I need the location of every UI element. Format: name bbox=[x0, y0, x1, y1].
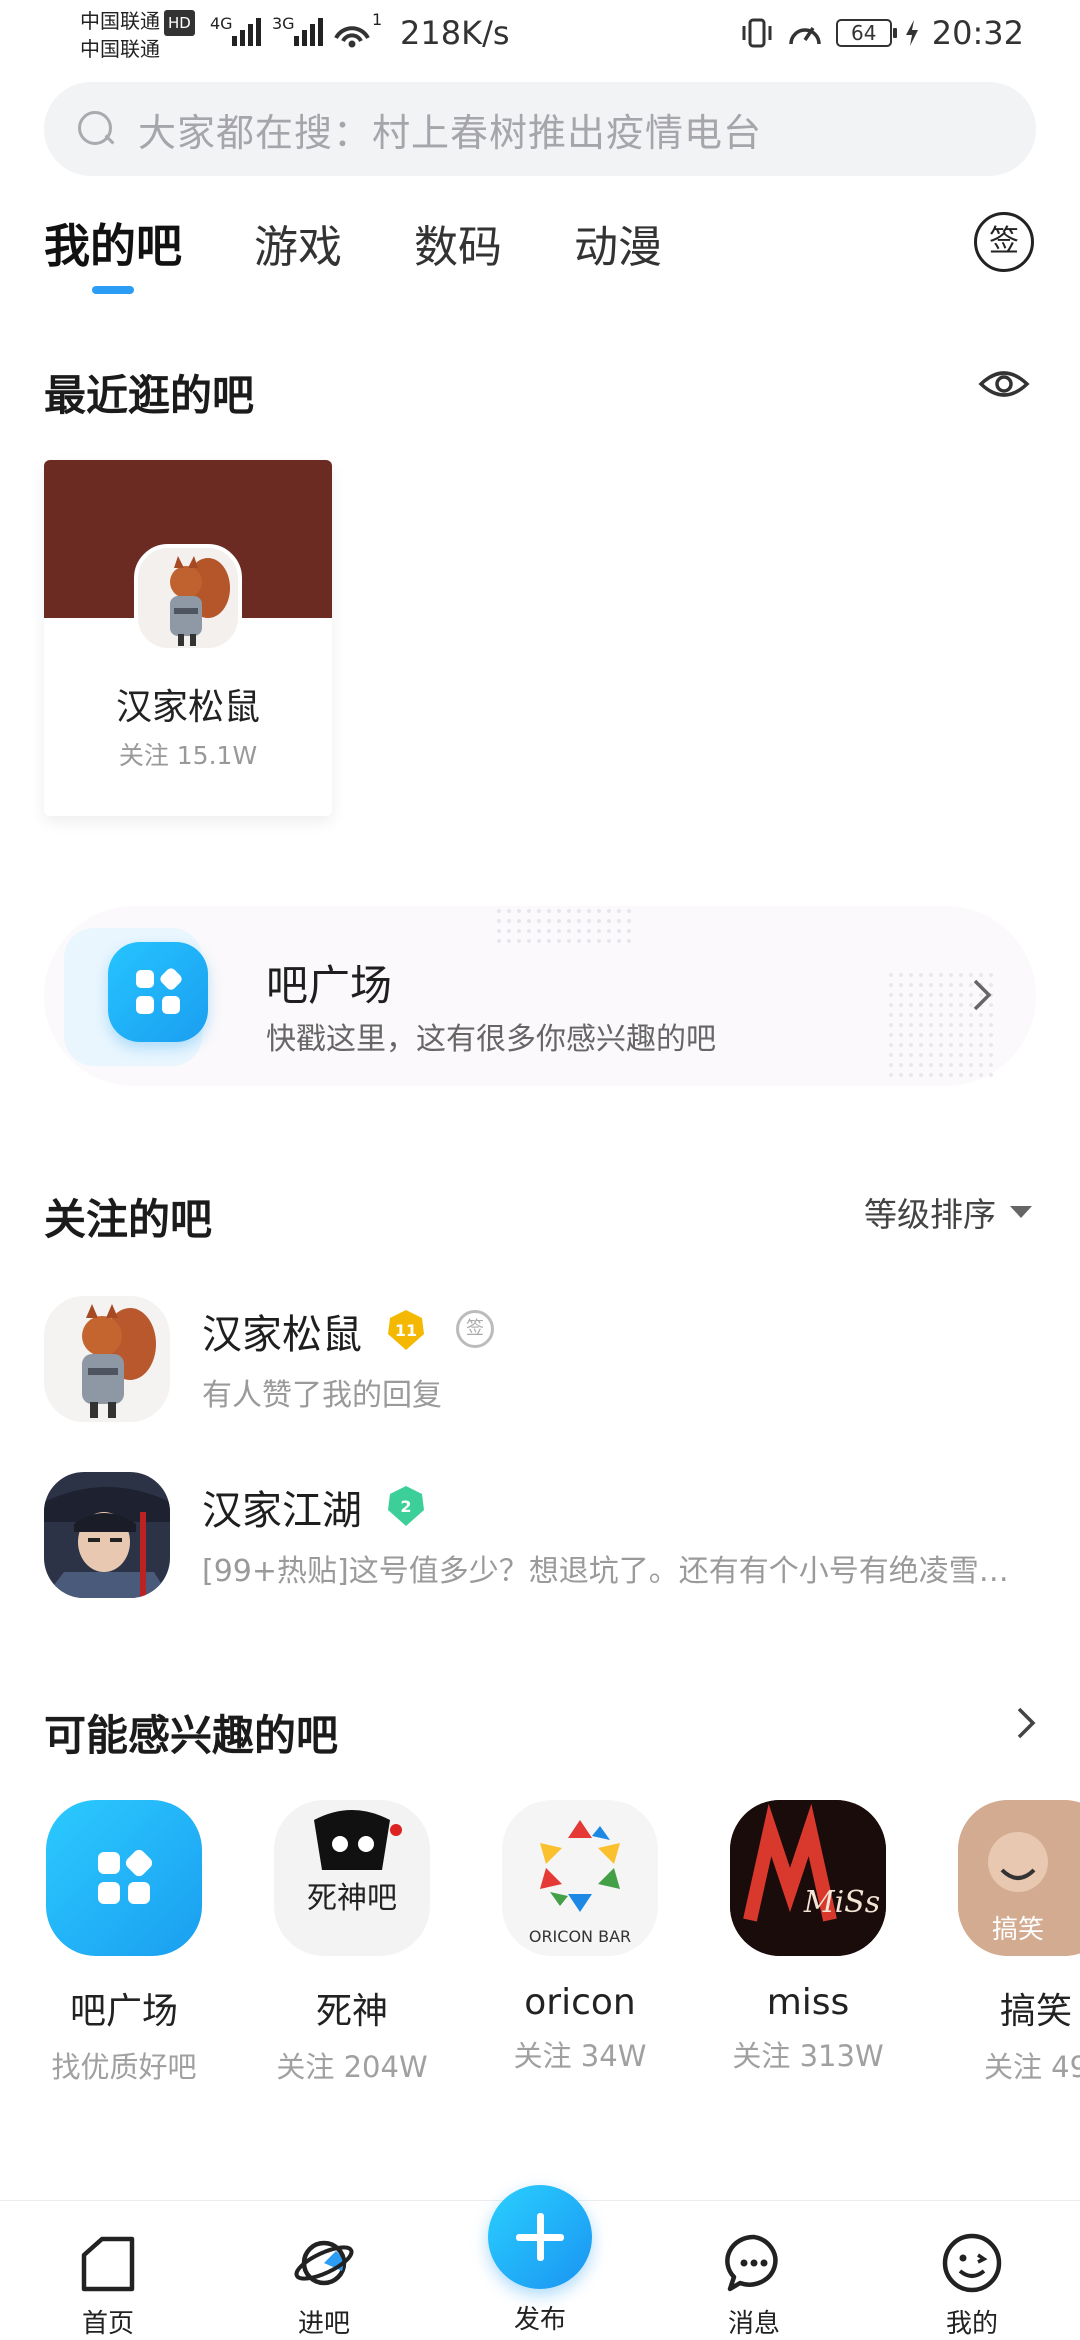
carrier-info: 中国联通 HD 中国联通 bbox=[80, 8, 195, 62]
bar-desc: 有人赞了我的回复 bbox=[202, 1378, 442, 1413]
decor-dots bbox=[494, 906, 634, 946]
bleach-avatar: 死神吧 bbox=[274, 1800, 430, 1956]
interest-bar-item[interactable]: 死神吧 死神 关注 204W bbox=[262, 1800, 442, 2086]
followed-bar-item[interactable]: 汉家江湖 2 [99+热贴]这号值多少？想退坑了。还有有个小号有绝凌雪… bbox=[44, 1472, 1036, 1602]
level-badge-icon: 11 bbox=[388, 1310, 424, 1350]
plus-icon bbox=[488, 2185, 592, 2289]
recent-bar-name: 汉家松鼠 bbox=[115, 687, 260, 728]
funny-avatar: 搞笑 bbox=[958, 1800, 1080, 1956]
interest-bars-title: 可能感兴趣的吧 bbox=[44, 1711, 339, 1760]
bottom-nav: 首页 进吧 发布 消息 我的 bbox=[0, 2185, 1080, 2340]
sort-dropdown[interactable]: 等级排序 bbox=[864, 1188, 1032, 1236]
eye-icon[interactable] bbox=[978, 364, 1030, 404]
nav-enter-bar[interactable]: 进吧 bbox=[264, 2231, 384, 2340]
followed-bar-item[interactable]: 汉家松鼠 11 签 有人赞了我的回复 bbox=[44, 1296, 1036, 1426]
network-type-1: 4G bbox=[210, 14, 233, 33]
bar-name: 汉家江湖 bbox=[202, 1488, 362, 1534]
nav-messages[interactable]: 消息 bbox=[694, 2231, 814, 2340]
tab-anime[interactable]: 动漫 bbox=[574, 211, 662, 275]
network-type-2: 3G bbox=[272, 14, 295, 33]
tab-my-bars[interactable]: 我的吧 bbox=[44, 210, 182, 294]
top-tabs: 我的吧 游戏 数码 动漫 bbox=[44, 210, 662, 294]
interest-bar-name: 死神 bbox=[315, 1991, 388, 2032]
smiley-face-icon bbox=[942, 2233, 1002, 2293]
search-placeholder: 大家都在搜：村上春树推出疫情电台 bbox=[138, 110, 763, 155]
chat-bubble-icon bbox=[725, 2234, 778, 2292]
squirrel-avatar bbox=[134, 544, 242, 652]
wifi-icon bbox=[334, 26, 370, 48]
plaza-grid-icon bbox=[46, 1800, 202, 1956]
signal-icon bbox=[232, 18, 261, 46]
search-bar[interactable]: 大家都在搜：村上春树推出疫情电台 bbox=[44, 82, 1036, 176]
tab-games[interactable]: 游戏 bbox=[254, 211, 342, 275]
followed-bars-title: 关注的吧 bbox=[44, 1195, 213, 1244]
nav-mine-label: 我的 bbox=[945, 2309, 998, 2339]
interest-bar-list: 吧广场 找优质好吧 死神吧 死神 关注 204W ORICON BAR oric… bbox=[44, 1800, 1080, 2100]
bar-name: 汉家松鼠 bbox=[202, 1312, 362, 1358]
search-icon bbox=[76, 109, 116, 149]
bar-plaza-banner[interactable]: 吧广场 快戳这里，这有很多你感兴趣的吧 bbox=[44, 906, 1036, 1086]
level-number: 11 bbox=[395, 1321, 417, 1340]
triangle-down-icon bbox=[1010, 1206, 1032, 1218]
battery-icon: 64 bbox=[835, 19, 897, 47]
plaza-title: 吧广场 bbox=[266, 961, 393, 1010]
nav-enter-bar-label: 进吧 bbox=[297, 2309, 350, 2339]
jianghu-avatar bbox=[44, 1472, 170, 1598]
nav-home-label: 首页 bbox=[81, 2309, 134, 2339]
planet-icon bbox=[294, 2240, 354, 2286]
interest-bar-item[interactable]: MiSs miss 关注 313W bbox=[718, 1800, 898, 2075]
interest-bar-name: oricon bbox=[524, 1982, 636, 2023]
interest-bar-name: miss bbox=[766, 1982, 850, 2023]
wifi-count: 1 bbox=[372, 10, 383, 29]
sign-in-button[interactable]: 签 bbox=[974, 212, 1034, 272]
network-speed: 218K/s bbox=[400, 14, 510, 52]
vibrate-icon bbox=[742, 18, 772, 48]
signal-icon-2 bbox=[294, 18, 323, 46]
oricon-art-text: ORICON BAR bbox=[529, 1927, 631, 1946]
oricon-avatar: ORICON BAR bbox=[502, 1800, 658, 1956]
interest-bar-sub: 关注 313W bbox=[732, 2039, 884, 2073]
interest-bar-name: 搞笑 bbox=[999, 1991, 1072, 2032]
status-right: 64 20:32 bbox=[740, 14, 1024, 52]
interest-bar-sub: 关注 49 bbox=[983, 2050, 1080, 2084]
level-number: 2 bbox=[400, 1497, 411, 1516]
nav-mine[interactable]: 我的 bbox=[912, 2231, 1032, 2340]
signed-in-badge: 签 bbox=[456, 1310, 494, 1348]
funny-art-text: 搞笑 bbox=[992, 1915, 1044, 1945]
carrier-1: 中国联通 bbox=[80, 9, 160, 33]
interest-bar-item[interactable]: 搞笑 搞笑 关注 49 bbox=[946, 1800, 1080, 2086]
chevron-right-icon bbox=[973, 979, 992, 1011]
plaza-grid-icon bbox=[108, 942, 208, 1042]
bar-desc: [99+热贴]这号值多少？想退坑了。还有有个小号有绝凌雪… bbox=[202, 1554, 1009, 1589]
speedometer-icon bbox=[789, 27, 821, 45]
status-bar: 中国联通 HD 中国联通 4G 3G 1 218K/s 64 20:32 bbox=[0, 0, 1080, 75]
home-icon bbox=[81, 2236, 135, 2292]
clock: 20:32 bbox=[931, 14, 1024, 52]
publish-label: 发布 bbox=[513, 2305, 566, 2335]
interest-bar-sub: 找优质好吧 bbox=[51, 2050, 197, 2084]
tab-digital[interactable]: 数码 bbox=[414, 211, 502, 275]
recent-bar-follow-count: 关注 15.1W bbox=[118, 741, 258, 770]
interest-bar-item[interactable]: ORICON BAR oricon 关注 34W bbox=[490, 1800, 670, 2075]
interest-bar-sub: 关注 34W bbox=[513, 2039, 647, 2073]
interest-bar-name: 吧广场 bbox=[69, 1991, 178, 2032]
bleach-art-text: 死神吧 bbox=[307, 1881, 397, 1916]
interest-bar-item[interactable]: 吧广场 找优质好吧 bbox=[44, 1800, 214, 2086]
squirrel-avatar bbox=[44, 1296, 170, 1422]
nav-messages-label: 消息 bbox=[727, 2309, 780, 2339]
recent-bar-card[interactable]: 汉家松鼠 关注 15.1W bbox=[44, 460, 332, 816]
nav-home[interactable]: 首页 bbox=[48, 2231, 168, 2340]
miss-avatar: MiSs bbox=[730, 1800, 886, 1956]
hd-badge: HD bbox=[164, 10, 195, 36]
carrier-2: 中国联通 bbox=[80, 37, 160, 61]
miss-art-text: MiSs bbox=[803, 1885, 880, 1920]
chevron-right-icon[interactable] bbox=[1016, 1706, 1036, 1740]
charging-icon bbox=[905, 20, 918, 46]
interest-bar-sub: 关注 204W bbox=[276, 2050, 428, 2084]
plaza-subtitle: 快戳这里，这有很多你感兴趣的吧 bbox=[266, 1022, 716, 1057]
recent-bars-title: 最近逛的吧 bbox=[44, 371, 255, 420]
sort-label: 等级排序 bbox=[864, 1195, 996, 1234]
publish-button[interactable]: 发布 bbox=[470, 2185, 610, 2335]
level-badge-icon: 2 bbox=[388, 1486, 424, 1526]
